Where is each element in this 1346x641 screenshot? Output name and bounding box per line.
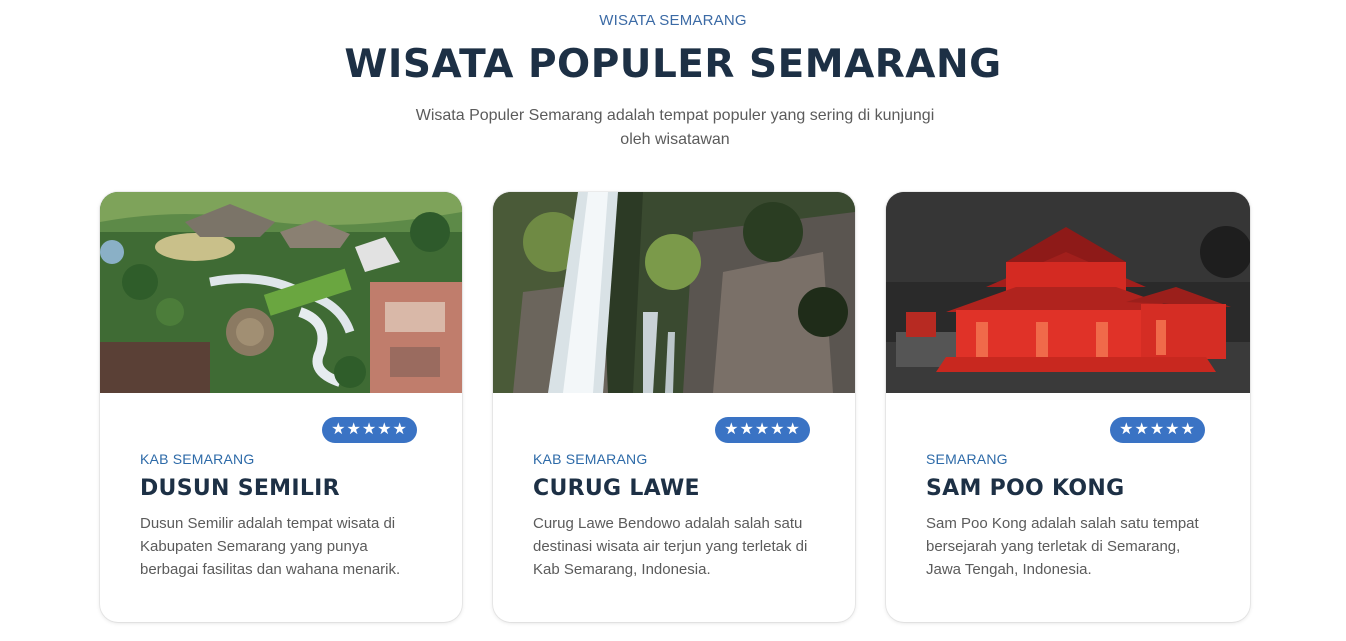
card-region: KAB SEMARANG [140, 451, 255, 467]
card-title[interactable]: CURUG LAWE [533, 476, 700, 501]
card-description: Curug Lawe Bendowo adalah salah satu des… [533, 515, 808, 578]
section-title: WISATA POPULER SEMARANG [344, 42, 1002, 87]
card-title[interactable]: SAM POO KONG [926, 476, 1124, 501]
section-subtitle: Wisata Populer Semarang adalah tempat po… [415, 107, 935, 148]
destination-card-curug-lawe[interactable]: ★★★★★ KAB SEMARANG CURUG LAWE Curug Lawe… [493, 192, 855, 622]
sam-poo-kong-photo [886, 192, 1250, 393]
card-title[interactable]: DUSUN SEMILIR [140, 476, 340, 501]
card-region: KAB SEMARANG [533, 451, 648, 467]
card-description: Sam Poo Kong adalah salah satu tempat be… [926, 515, 1199, 578]
rating-badge: ★★★★★ [1110, 417, 1205, 443]
rating-badge: ★★★★★ [322, 417, 417, 443]
section-eyebrow: WISATA SEMARANG [599, 12, 747, 29]
destination-card-dusun-semilir[interactable]: ★★★★★ KAB SEMARANG DUSUN SEMILIR Dusun S… [100, 192, 462, 622]
destination-card-sam-poo-kong[interactable]: ★★★★★ SEMARANG SAM POO KONG Sam Poo Kong… [886, 192, 1250, 622]
curug-lawe-photo [493, 192, 855, 393]
dusun-semilir-photo [100, 192, 462, 393]
card-description: Dusun Semilir adalah tempat wisata di Ka… [140, 515, 401, 578]
card-region: SEMARANG [926, 451, 1008, 467]
rating-badge: ★★★★★ [715, 417, 810, 443]
